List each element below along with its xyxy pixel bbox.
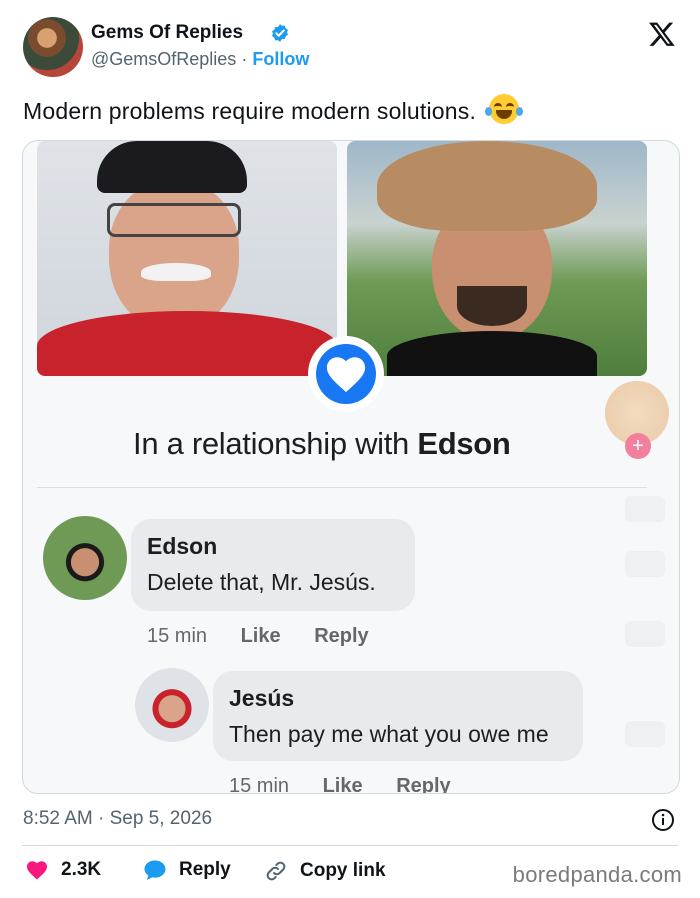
faded-ui-element bbox=[625, 621, 665, 647]
comment-author: Edson bbox=[147, 533, 218, 559]
tweet-media[interactable]: + In a relationship with Edson Edson Del… bbox=[22, 140, 680, 794]
profile-photo-left bbox=[37, 141, 337, 376]
handle-separator: · bbox=[241, 49, 248, 69]
comment-bubble: Edson Delete that, Mr. Jesús. bbox=[131, 519, 415, 611]
comment-text: Delete that, Mr. Jesús. bbox=[147, 569, 376, 595]
tweet-body: Modern problems require modern solutions… bbox=[23, 98, 477, 124]
comment-bubble: Jesús Then pay me what you owe me bbox=[213, 671, 583, 761]
author-handle[interactable]: @GemsOfReplies bbox=[91, 49, 236, 69]
info-icon[interactable] bbox=[651, 808, 675, 832]
relationship-prefix: In a relationship with bbox=[133, 426, 410, 461]
relationship-status: In a relationship with Edson bbox=[133, 426, 511, 462]
comment-reply: Reply bbox=[396, 775, 451, 794]
comment-author: Jesús bbox=[229, 685, 295, 711]
comment-text: Then pay me what you owe me bbox=[229, 721, 549, 747]
follow-button[interactable]: Follow bbox=[252, 49, 309, 69]
author-avatar[interactable] bbox=[23, 17, 83, 77]
heart-badge-icon bbox=[308, 336, 384, 412]
copy-link-label: Copy link bbox=[300, 860, 386, 881]
like-count: 2.3K bbox=[61, 859, 102, 880]
watermark: boredpanda.com bbox=[512, 862, 682, 887]
comment-reply: Reply bbox=[314, 625, 369, 647]
plus-icon: + bbox=[625, 433, 651, 459]
relationship-partner: Edson bbox=[417, 426, 511, 461]
comment-meta: 15 min Like Reply bbox=[229, 775, 479, 794]
like-button[interactable]: 2.3K bbox=[25, 859, 101, 881]
reply-bubble-icon bbox=[144, 860, 166, 880]
heart-icon bbox=[27, 861, 47, 880]
author-name[interactable]: Gems Of Replies bbox=[91, 22, 243, 44]
tweet-text: Modern problems require modern solutions… bbox=[23, 94, 523, 125]
reply-button[interactable]: Reply bbox=[143, 859, 231, 881]
commenter-avatar bbox=[43, 516, 127, 600]
commenter-avatar bbox=[135, 668, 209, 742]
x-logo-icon[interactable] bbox=[648, 20, 676, 48]
copy-link-button[interactable]: Copy link bbox=[264, 859, 386, 883]
comment-time: 15 min bbox=[147, 625, 208, 647]
faded-ui-element bbox=[625, 551, 665, 577]
comment-like: Like bbox=[240, 625, 281, 647]
link-icon bbox=[266, 861, 286, 881]
faded-ui-element bbox=[625, 721, 665, 747]
verified-badge-icon bbox=[272, 24, 288, 42]
comment-like: Like bbox=[322, 775, 363, 794]
author-handle-line: @GemsOfReplies · Follow bbox=[91, 49, 309, 70]
comment-time: 15 min bbox=[229, 775, 290, 794]
tears-of-joy-emoji-icon bbox=[484, 94, 523, 124]
divider bbox=[37, 487, 647, 488]
tweet-timestamp[interactable]: 8:52 AM · Sep 5, 2026 bbox=[23, 808, 212, 830]
divider bbox=[22, 845, 678, 846]
profile-photo-right bbox=[347, 141, 647, 376]
faded-ui-element bbox=[625, 496, 665, 522]
reply-label: Reply bbox=[179, 859, 231, 880]
comment-meta: 15 min Like Reply bbox=[147, 625, 397, 648]
